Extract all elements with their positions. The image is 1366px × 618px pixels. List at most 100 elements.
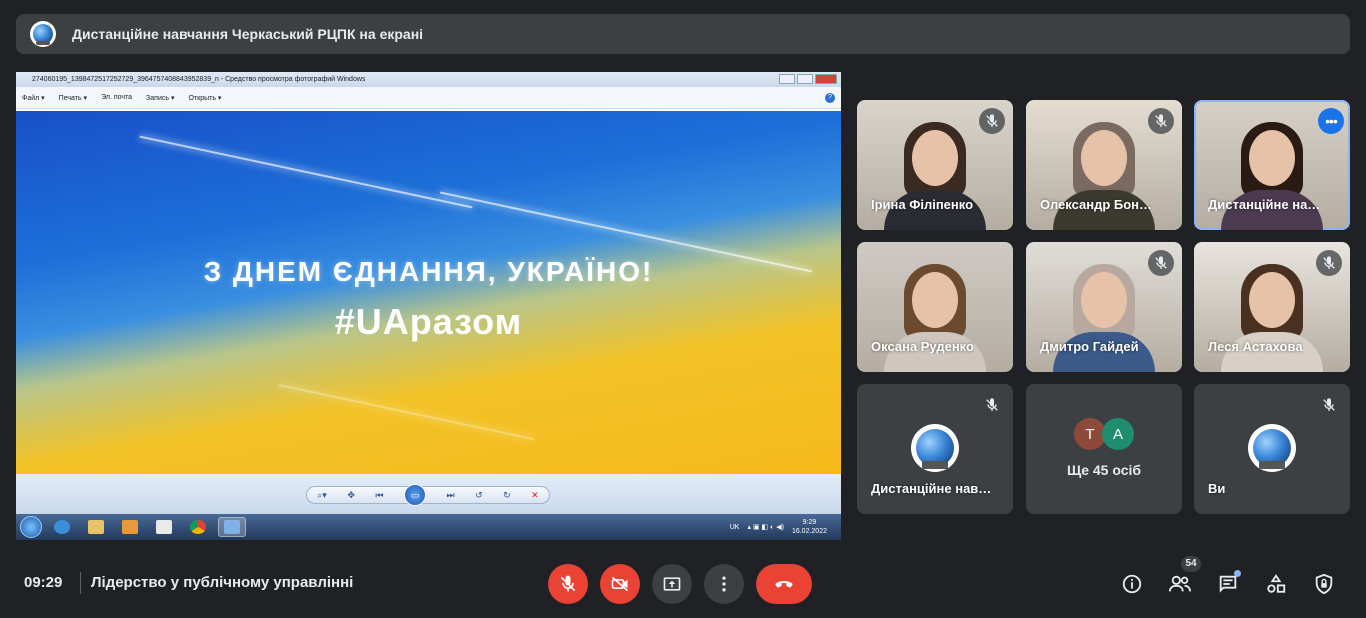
- mic-off-icon: [560, 575, 576, 592]
- close-icon: [815, 74, 837, 84]
- participants-button[interactable]: [1166, 570, 1194, 598]
- leave-call-button[interactable]: [756, 564, 812, 604]
- system-tray: UK ▴ ▣ ◧ ◐ ◀) 9:29 16.02.2022: [730, 518, 827, 536]
- shared-photo: З ДНЕМ ЄДНАННЯ, УКРАЇНО! #UAразом: [16, 111, 841, 474]
- maximize-icon: [797, 74, 813, 84]
- delete-icon: ✕: [531, 489, 539, 500]
- participant-video: [880, 120, 990, 230]
- camera-off-icon: [611, 576, 629, 592]
- present-icon: [663, 577, 681, 591]
- chrome-icon: [184, 517, 212, 537]
- microphone-toggle-button[interactable]: [548, 564, 588, 604]
- participant-tile-account[interactable]: Дистанційне нав…: [857, 384, 1013, 514]
- shared-screen: 274060195_1398472517252729_3964757408843…: [16, 72, 841, 540]
- host-controls-button[interactable]: [1310, 570, 1338, 598]
- document-icon: [150, 517, 178, 537]
- present-screen-button[interactable]: [652, 564, 692, 604]
- avatar: [911, 424, 959, 472]
- menu-item-email: Эл. почта: [101, 94, 133, 101]
- participant-name: Дмитро Гайдей: [1040, 339, 1139, 354]
- viewer-window-title: 274060195_1398472517252729_3964757408843…: [32, 76, 366, 83]
- windows-taskbar: UK ▴ ▣ ◧ ◐ ◀) 9:29 16.02.2022: [16, 514, 841, 540]
- window-controls: [779, 74, 837, 84]
- menu-item-open: Открыть ▾: [188, 94, 222, 102]
- menu-item-burn: Запись ▾: [146, 94, 175, 102]
- tray-time: 9:29: [802, 519, 817, 526]
- presentation-banner: Дистанційне навчання Черкаський РЦПК на …: [16, 14, 1350, 54]
- shield-lock-icon: [1315, 573, 1333, 595]
- participant-video: [880, 262, 990, 372]
- participant-name: Оксана Руденко: [871, 339, 974, 354]
- menu-item-file: Файл ▾: [22, 94, 45, 102]
- participant-tile[interactable]: Ірина Філіпенко: [857, 100, 1013, 230]
- slideshow-icon: ▭: [403, 484, 426, 506]
- tray-date: 16.02.2022: [791, 528, 827, 535]
- photo-viewer-icon: [218, 517, 246, 537]
- participant-tile-self[interactable]: Ви: [1194, 384, 1350, 514]
- participant-tile[interactable]: Дмитро Гайдей: [1026, 242, 1182, 372]
- tray-clock: 9:29 16.02.2022: [792, 518, 827, 536]
- participant-video: [1049, 262, 1159, 372]
- viewer-menu-bar: Файл ▾ Печать ▾ Эл. почта Запись ▾ Откры…: [16, 87, 841, 109]
- mic-off-icon: [979, 108, 1005, 134]
- camera-toggle-button[interactable]: [600, 564, 640, 604]
- chat-notification-dot: [1234, 570, 1241, 577]
- start-icon: [20, 516, 42, 538]
- tray-icons: ▴ ▣ ◧ ◐ ◀): [747, 524, 784, 531]
- hang-up-icon: [775, 581, 793, 588]
- more-vert-icon: [722, 576, 726, 592]
- minimize-icon: [779, 74, 795, 84]
- viewer-window-titlebar: 274060195_1398472517252729_3964757408843…: [16, 72, 841, 87]
- fit-icon: ✥: [347, 489, 355, 500]
- participant-name: Дистанційне нав…: [871, 481, 992, 496]
- mic-off-icon: [1148, 108, 1174, 134]
- participant-video: [1217, 262, 1327, 372]
- next-icon: ⏭: [446, 489, 455, 500]
- meeting-time: 09:29: [24, 574, 63, 591]
- photo-hashtag: #UAразом: [334, 301, 523, 342]
- participant-name: Ірина Філіпенко: [871, 197, 974, 212]
- menu-item-print: Печать ▾: [58, 94, 88, 102]
- organization-logo-icon: [30, 21, 56, 47]
- viewer-toolbar: ⌕▾ ✥ ⏮ ▭ ⏭ ↺ ↻ ✕: [16, 474, 841, 514]
- ie-icon: [48, 517, 76, 537]
- mic-off-icon: [1316, 392, 1342, 418]
- participant-name: Леся Астахова: [1208, 339, 1303, 354]
- more-options-button[interactable]: [704, 564, 744, 604]
- language-indicator: UK: [729, 523, 740, 531]
- presentation-title: Дистанційне навчання Черкаський РЦПК на …: [72, 26, 424, 42]
- participants-count-badge: 54: [1181, 556, 1201, 572]
- participant-name: Олександр Бон…: [1040, 197, 1153, 212]
- participant-tile[interactable]: Олександр Бон…: [1026, 100, 1182, 230]
- more-participants-label: Ще 45 осіб: [1066, 462, 1142, 478]
- more-participants-avatars: Т А: [1074, 418, 1134, 450]
- participant-tile[interactable]: Оксана Руденко: [857, 242, 1013, 372]
- shapes-icon: [1267, 574, 1286, 593]
- viewer-controls: ⌕▾ ✥ ⏮ ▭ ⏭ ↺ ↻ ✕: [306, 484, 550, 506]
- mic-off-icon: [979, 392, 1005, 418]
- light-streak: [278, 383, 534, 441]
- participant-name: Дистанційне на…: [1208, 197, 1321, 212]
- participant-video: [1217, 120, 1327, 230]
- folder-icon: [82, 517, 110, 537]
- avatar: А: [1102, 418, 1134, 450]
- participant-tile[interactable]: ••• Дистанційне на…: [1194, 100, 1350, 230]
- rotate-right-icon: ↻: [503, 489, 511, 500]
- mic-off-icon: [1316, 250, 1342, 276]
- meeting-details-button[interactable]: [1118, 570, 1146, 598]
- meeting-name: Лідерство у публічному управлінні: [91, 574, 354, 591]
- participant-tile[interactable]: Леся Астахова: [1194, 242, 1350, 372]
- participant-name: Ви: [1208, 481, 1226, 496]
- activities-button[interactable]: [1262, 570, 1290, 598]
- light-streak: [139, 135, 473, 209]
- participant-video: [1049, 120, 1159, 230]
- photo-headline: З ДНЕМ ЄДНАННЯ, УКРАЇНО!: [203, 256, 654, 287]
- more-options-icon[interactable]: •••: [1318, 108, 1344, 134]
- mic-off-icon: [1148, 250, 1174, 276]
- avatar: [1248, 424, 1296, 472]
- people-icon: [1169, 575, 1191, 592]
- divider: [80, 572, 81, 594]
- info-icon: [1122, 574, 1142, 594]
- bottom-bar: 09:29 Лідерство у публічному управлінні: [0, 556, 1366, 612]
- more-participants-tile[interactable]: Т А Ще 45 осіб: [1026, 384, 1182, 514]
